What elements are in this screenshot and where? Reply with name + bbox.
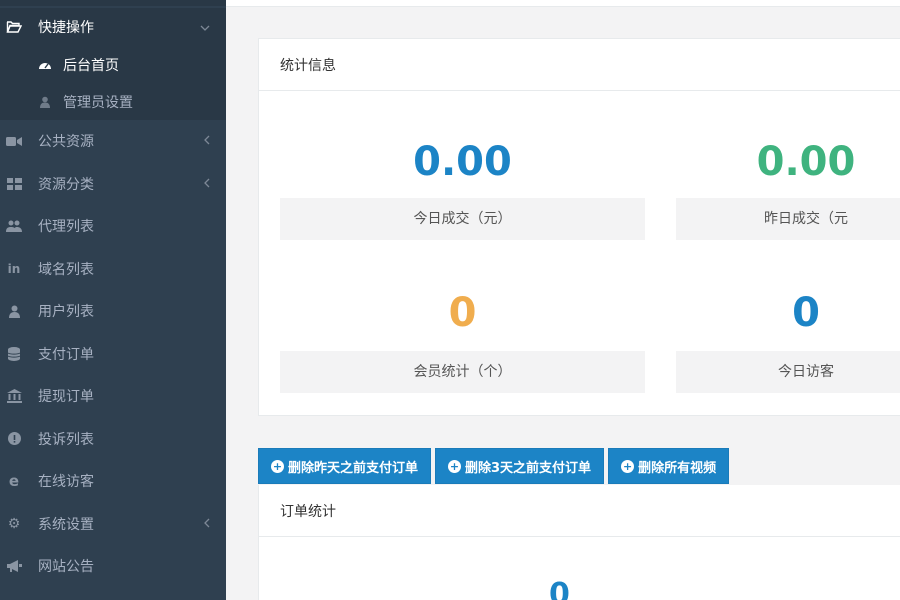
bullhorn-icon	[6, 558, 22, 574]
top-bar	[226, 0, 900, 7]
stat-yesterday-revenue: 0.00 昨日成交（元	[676, 132, 900, 240]
stats-panel-title: 统计信息	[259, 39, 900, 91]
grid-icon	[6, 176, 22, 192]
sidebar-item-label: 支付订单	[38, 346, 94, 363]
sidebar: 快捷操作 后台首页 管理员设置 公共资源 资源分类 代理列表 in 域名列表 用…	[0, 0, 226, 600]
quick-actions-submenu: 后台首页 管理员设置	[0, 46, 226, 120]
sidebar-item-label: 公共资源	[38, 134, 94, 151]
stat-today-revenue: 0.00 今日成交（元）	[280, 132, 645, 240]
sidebar-item-resource-categories[interactable]: 资源分类	[0, 163, 226, 206]
info-icon	[6, 431, 22, 447]
sidebar-item-agent-list[interactable]: 代理列表	[0, 205, 226, 248]
plus-circle-icon: +	[621, 459, 635, 473]
folder-open-icon	[6, 19, 22, 35]
sidebar-item-label: 域名列表	[38, 261, 94, 278]
action-buttons: + 删除昨天之前支付订单 + 删除3天之前支付订单 + 删除所有视频	[258, 448, 730, 484]
sidebar-item-system-settings[interactable]: ⚙ 系统设置	[0, 503, 226, 546]
stat-value: 0.00	[756, 139, 856, 185]
user-icon	[38, 96, 52, 108]
dashboard-icon	[38, 59, 52, 70]
sidebar-subitem-admin-settings[interactable]: 管理员设置	[0, 83, 226, 120]
stat-today-visitors: 0 今日访客	[676, 283, 900, 393]
delete-yesterday-orders-button[interactable]: + 删除昨天之前支付订单	[258, 448, 432, 484]
chevron-left-icon	[204, 517, 210, 531]
stat-value: 0.00	[413, 139, 512, 185]
ie-icon: e	[8, 472, 20, 491]
sidebar-item-user-list[interactable]: 用户列表	[0, 290, 226, 333]
plus-circle-icon: +	[448, 459, 462, 473]
sidebar-subitem-label: 管理员设置	[63, 94, 133, 111]
sidebar-item-label: 系统设置	[38, 516, 94, 533]
button-label: 删除所有视频	[638, 460, 717, 476]
order-stats-panel: 订单统计 0	[258, 485, 900, 600]
sidebar-item-announcements[interactable]: 网站公告	[0, 545, 226, 588]
sidebar-item-label: 用户列表	[38, 304, 94, 321]
button-label: 删除3天之前支付订单	[465, 460, 592, 476]
sidebar-item-label: 代理列表	[38, 219, 94, 236]
linkedin-icon: in	[7, 261, 21, 276]
chevron-left-icon	[204, 177, 210, 191]
sidebar-top-strip	[0, 0, 226, 6]
sidebar-item-public-resources[interactable]: 公共资源	[0, 120, 226, 163]
sidebar-item-domain-list[interactable]: in 域名列表	[0, 248, 226, 291]
sidebar-item-complaints[interactable]: 投诉列表	[0, 418, 226, 461]
bank-icon	[6, 388, 22, 404]
button-label: 删除昨天之前支付订单	[288, 460, 419, 476]
sidebar-item-online-visitors[interactable]: e 在线访客	[0, 460, 226, 503]
stat-value: 0	[448, 290, 477, 336]
gear-icon: ⚙	[7, 515, 21, 532]
database-icon	[6, 346, 22, 362]
stat-caption: 今日成交（元）	[280, 198, 645, 240]
video-camera-icon	[6, 133, 22, 149]
chevron-down-icon	[200, 20, 210, 34]
stat-member-count: 0 会员统计（个）	[280, 283, 645, 393]
stat-value: 0	[792, 290, 820, 336]
delete-3day-orders-button[interactable]: + 删除3天之前支付订单	[435, 448, 605, 484]
delete-all-videos-button[interactable]: + 删除所有视频	[608, 448, 730, 484]
order-stat-value: 0	[549, 577, 570, 600]
stat-caption: 昨日成交（元	[676, 198, 900, 240]
sidebar-item-label: 在线访客	[38, 474, 94, 491]
stats-panel: 统计信息 0.00 今日成交（元） 0.00 昨日成交（元 0 会员统计（个） …	[258, 38, 900, 416]
sidebar-item-quick-actions[interactable]: 快捷操作	[0, 8, 226, 46]
sidebar-item-label: 快捷操作	[38, 20, 94, 36]
order-panel-title: 订单统计	[259, 485, 900, 537]
main-content: 统计信息 0.00 今日成交（元） 0.00 昨日成交（元 0 会员统计（个） …	[226, 0, 900, 600]
sidebar-subitem-label: 后台首页	[63, 57, 119, 74]
sidebar-item-payment-orders[interactable]: 支付订单	[0, 333, 226, 376]
sidebar-item-label: 投诉列表	[38, 431, 94, 448]
chevron-left-icon	[204, 134, 210, 148]
sidebar-item-label: 资源分类	[38, 176, 94, 193]
stat-caption: 会员统计（个）	[280, 351, 645, 393]
sidebar-item-label: 网站公告	[38, 559, 94, 576]
users-icon	[6, 218, 22, 234]
sidebar-item-withdraw-orders[interactable]: 提现订单	[0, 375, 226, 418]
user-icon	[6, 303, 22, 319]
plus-circle-icon: +	[271, 459, 284, 473]
stat-caption: 今日访客	[676, 351, 900, 393]
sidebar-subitem-dashboard[interactable]: 后台首页	[0, 46, 226, 83]
sidebar-item-label: 提现订单	[38, 389, 94, 406]
